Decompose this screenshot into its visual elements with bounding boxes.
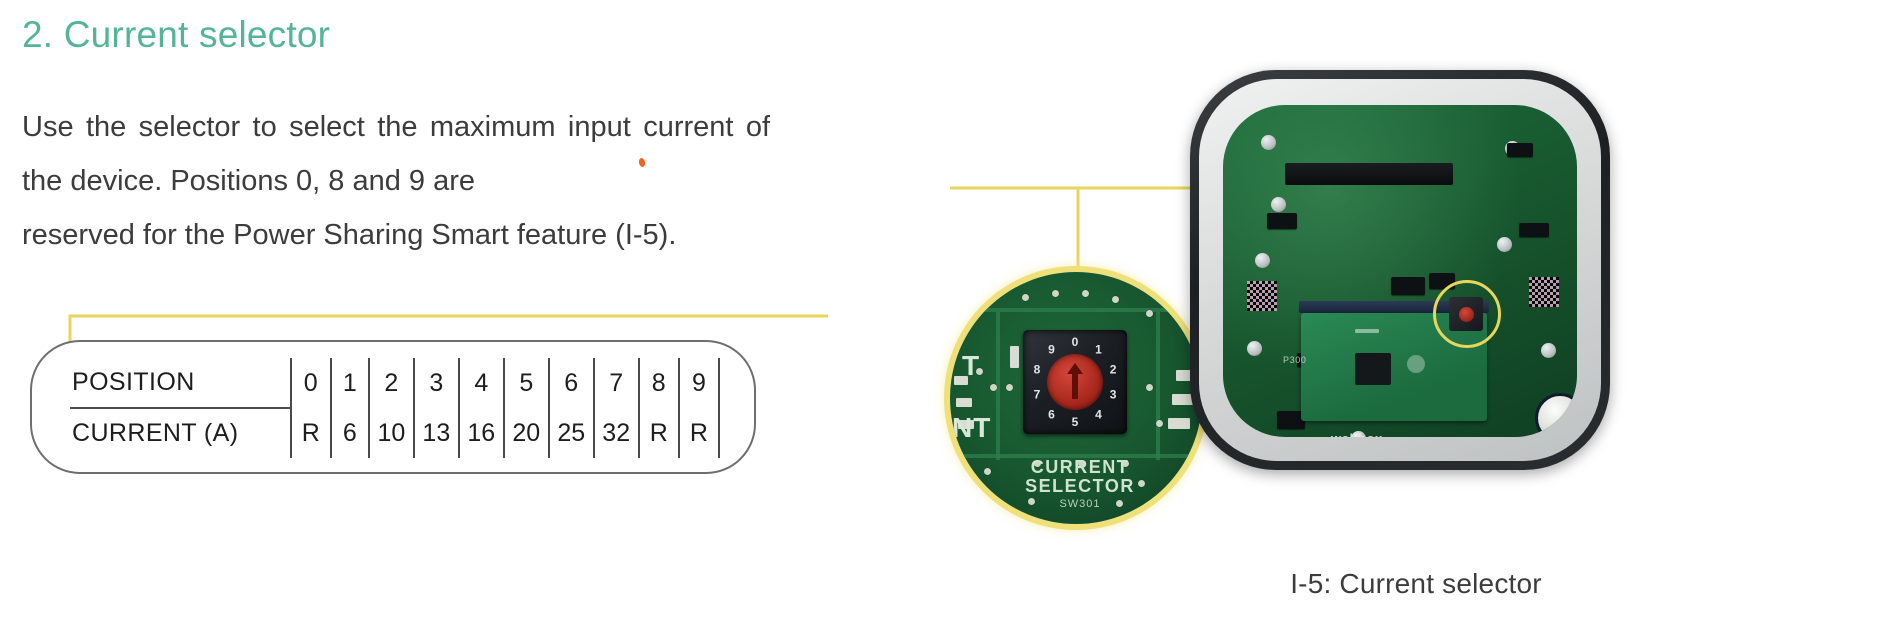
body-paragraph: Use the selector to select the maximum i… [22,100,770,262]
current-cell-6: 25 [547,408,594,458]
qr-code-label [1247,281,1277,311]
highlight-ring [1433,280,1501,348]
current-cell-4: 16 [457,408,504,458]
dial-digit-0: 0 [1071,335,1079,349]
rotary-switch-component[interactable]: 0 1 2 3 4 5 6 7 8 9 [1023,330,1127,434]
position-cell-8: 8 [637,358,679,408]
mount-screw [1497,237,1512,252]
header-connector [1285,163,1453,185]
current-cell-8: R [637,408,679,458]
silkscreen-component-name: CURRENT SELECTOR [1000,458,1160,496]
figure-caption: I-5: Current selector [1290,568,1542,599]
silk-marking [1407,355,1425,373]
current-selector-table-callout: POSITION 0 1 2 3 4 5 6 7 8 9 CURRENT (A)… [30,340,756,474]
silkscreen-reference-designator: SW301 [1059,498,1101,510]
silk-marking [1355,329,1379,333]
position-cell-1: 1 [329,358,369,408]
silkscreen-text-p300: P300 [1283,355,1307,365]
position-cell-3: 3 [412,358,459,408]
mount-screw [1541,343,1556,358]
mount-screw [1247,341,1262,356]
smd-component [1267,213,1297,229]
dial-digit-7: 7 [1033,387,1041,402]
dial-digit-1: 1 [1095,342,1102,357]
position-cell-9: 9 [677,358,721,408]
electrolytic-capacitor [1535,393,1577,437]
text-column: 2. Current selector Use the selector to … [0,0,950,640]
enclosure-inner-shell: wallbox P300 [1199,79,1601,461]
dial-digit-4: 4 [1095,407,1102,422]
row-label-current: CURRENT (A) [72,419,239,447]
dial-digit-3: 3 [1109,387,1117,402]
position-cell-7: 7 [592,358,639,408]
rotary-selector-zoom-detail: T NT 0 1 2 3 4 5 6 7 8 9 CURRENT SELECTO… [950,272,1202,524]
processor-chip [1355,353,1391,385]
current-cell-0: R [289,408,331,458]
current-cell-9: R [677,408,721,458]
silkscreen-label-nt: NT [952,412,992,443]
position-cell-0: 0 [289,358,331,408]
brand-logo-silkscreen: wallbox [1331,431,1383,437]
dial-pointer-arrow-icon [1067,363,1083,399]
rotary-dial-knob[interactable] [1047,354,1103,410]
enclosure-outer-shell: wallbox P300 [1190,70,1610,470]
current-cell-1: 6 [329,408,369,458]
row-label-position: POSITION [70,358,291,409]
current-cell-5: 20 [502,408,549,458]
silkscreen-label-t: T [962,350,981,381]
smd-component [1507,143,1533,157]
current-cell-7: 32 [592,408,639,458]
mount-screw [1261,135,1276,150]
smd-component [1519,223,1549,237]
position-cell-4: 4 [457,358,504,408]
smd-component [1391,277,1425,295]
dial-digit-2: 2 [1109,362,1117,377]
main-board-photo: wallbox P300 [1190,70,1610,470]
figure-area: T NT 0 1 2 3 4 5 6 7 8 9 CURRENT SELECTO… [950,0,1882,640]
position-cell-2: 2 [367,358,414,408]
current-selector-table: POSITION 0 1 2 3 4 5 6 7 8 9 CURRENT (A)… [70,358,721,458]
paragraph-line-3: reserved for the Power Sharing Smart fea… [22,219,677,251]
table-row: POSITION 0 1 2 3 4 5 6 7 8 9 [70,358,721,409]
qr-code-label [1529,277,1559,307]
pcb-surface: wallbox P300 [1223,105,1577,437]
mount-screw [1271,197,1286,212]
position-cell-5: 5 [502,358,549,408]
dial-digit-9: 9 [1048,342,1055,357]
page-title: 2. Current selector [22,14,331,55]
silkscreen-line-2: SELECTOR [1025,476,1135,496]
paragraph-line-1: Use the selector to select the maximum i… [22,111,631,143]
dial-digit-8: 8 [1033,362,1041,377]
position-cell-6: 6 [547,358,594,408]
dial-digit-6: 6 [1048,407,1055,422]
mount-screw [1255,253,1270,268]
silkscreen-line-1: CURRENT [1030,457,1130,477]
table-row: CURRENT (A) R 6 10 13 16 20 25 32 R R [70,408,721,458]
dial-digit-5: 5 [1071,415,1079,429]
current-cell-3: 13 [412,408,459,458]
current-cell-2: 10 [367,408,414,458]
